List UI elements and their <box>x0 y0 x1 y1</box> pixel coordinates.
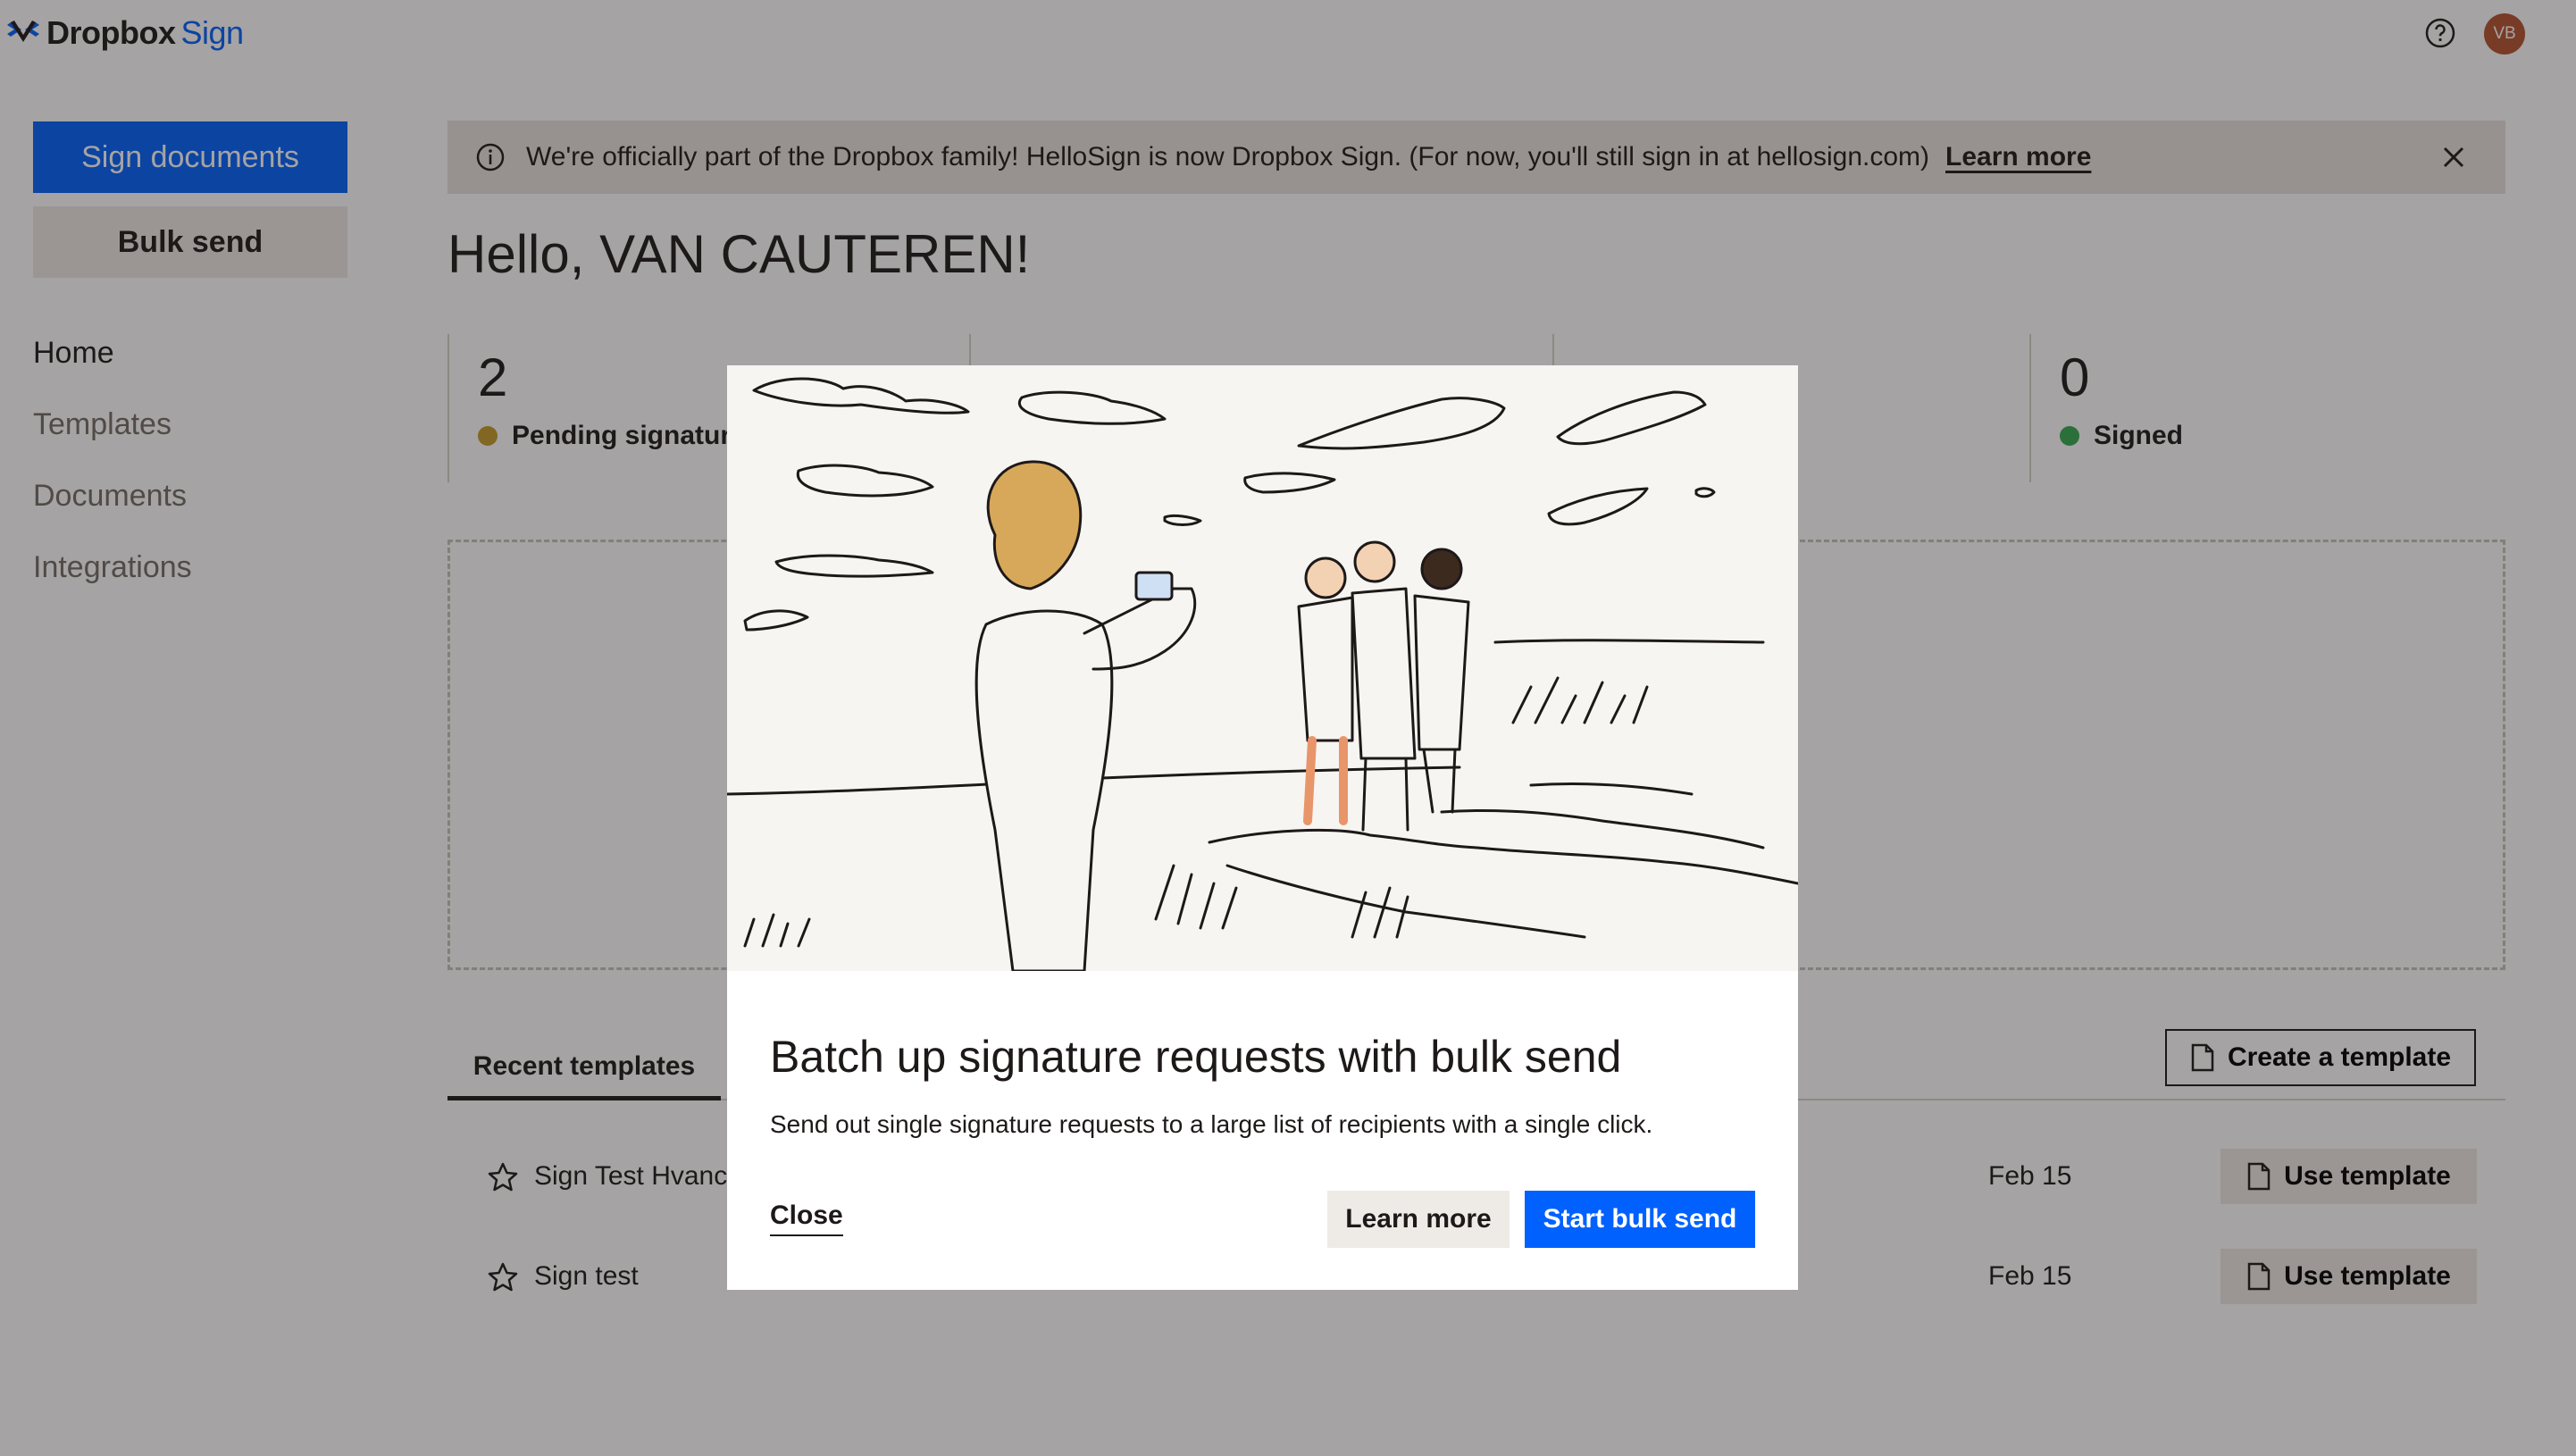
group-photo-illustration <box>727 377 1798 971</box>
modal-title: Batch up signature requests with bulk se… <box>770 1032 1622 1082</box>
start-bulk-send-button[interactable]: Start bulk send <box>1525 1191 1755 1248</box>
modal-illustration <box>727 365 1798 971</box>
modal-description: Send out single signature requests to a … <box>770 1110 1653 1138</box>
modal-learn-more-button[interactable]: Learn more <box>1327 1191 1510 1248</box>
bulk-send-modal: Batch up signature requests with bulk se… <box>727 365 1798 1290</box>
modal-close-button[interactable]: Close <box>770 1201 843 1236</box>
